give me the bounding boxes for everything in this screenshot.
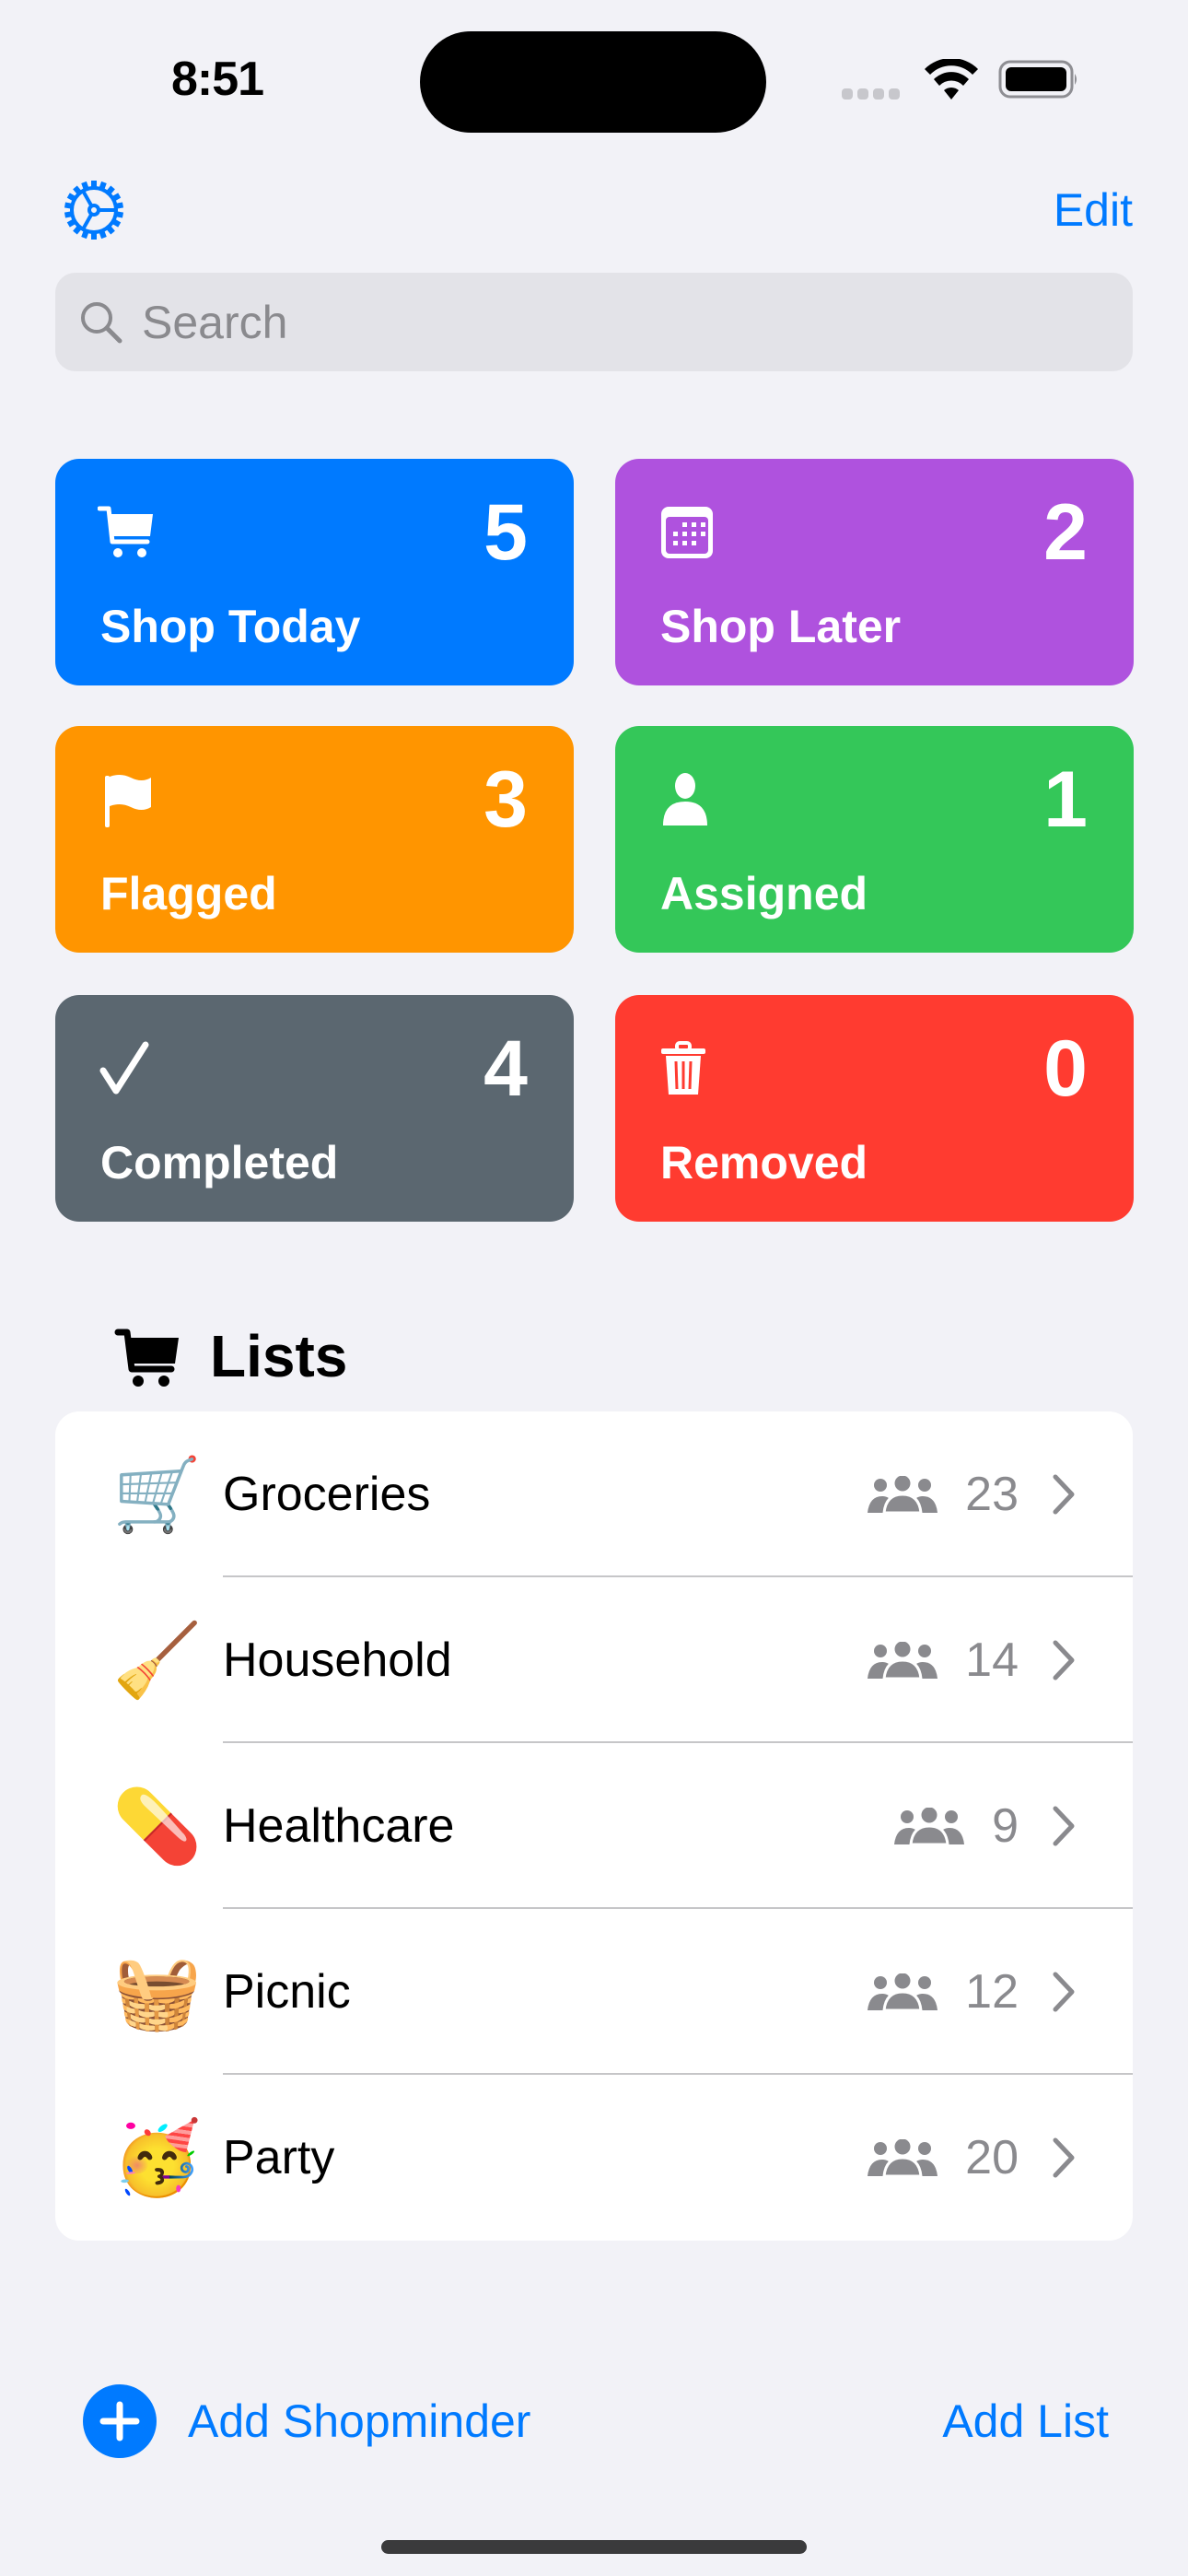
tile-count: 0 <box>1043 1025 1088 1113</box>
battery-icon <box>998 60 1077 99</box>
people-icon <box>868 1476 938 1513</box>
pill-emoji-icon: 💊 <box>112 1786 203 1867</box>
tile-shop-later[interactable]: 2 Shop Later <box>615 459 1134 685</box>
plus-circle-icon <box>83 2384 157 2458</box>
settings-gear-icon[interactable] <box>61 177 127 243</box>
tile-label: Shop Later <box>660 601 902 652</box>
chevron-right-icon <box>1052 1640 1076 1680</box>
list-item-count: 23 <box>965 1468 1019 1521</box>
list-item-name: Groceries <box>223 1468 431 1521</box>
home-indicator[interactable] <box>381 2540 807 2554</box>
list-item-count: 12 <box>965 1965 1019 2019</box>
list-item-count: 14 <box>965 1633 1019 1687</box>
calendar-icon <box>661 507 713 558</box>
search-input[interactable] <box>140 294 1065 350</box>
list-item-party[interactable]: 🥳 Party 20 <box>55 2075 1133 2241</box>
people-icon <box>868 1973 938 2010</box>
list-item-name: Party <box>223 2131 335 2184</box>
lists-card: 🛒 Groceries 23 🧹 Household 14 💊 Healthca… <box>55 1411 1133 2241</box>
list-item-healthcare[interactable]: 💊 Healthcare 9 <box>55 1743 1133 1909</box>
list-item-name: Healthcare <box>223 1799 455 1853</box>
cart-icon <box>98 506 153 557</box>
tile-assigned[interactable]: 1 Assigned <box>615 726 1134 953</box>
wifi-icon <box>925 59 978 100</box>
list-item-picnic[interactable]: 🧺 Picnic 12 <box>55 1909 1133 2075</box>
chevron-right-icon <box>1052 2137 1076 2178</box>
tile-completed[interactable]: 4 Completed <box>55 995 574 1222</box>
tile-count: 2 <box>1043 488 1088 577</box>
tile-count: 3 <box>483 755 528 844</box>
list-item-name: Household <box>223 1633 452 1687</box>
person-icon <box>663 773 707 825</box>
cellular-signal-icon <box>842 88 900 100</box>
tile-label: Shop Today <box>100 601 361 652</box>
tile-shop-today[interactable]: 5 Shop Today <box>55 459 574 685</box>
tile-label: Completed <box>100 1137 339 1188</box>
tile-removed[interactable]: 0 Removed <box>615 995 1134 1222</box>
cart-icon <box>114 1329 179 1387</box>
people-icon <box>894 1808 965 1844</box>
tile-label: Flagged <box>100 868 277 919</box>
status-time: 8:51 <box>171 53 264 106</box>
tile-count: 4 <box>483 1025 528 1113</box>
trash-icon <box>661 1041 705 1095</box>
party-face-emoji-icon: 🥳 <box>112 2117 203 2198</box>
list-item-groceries[interactable]: 🛒 Groceries 23 <box>55 1411 1133 1577</box>
tile-label: Assigned <box>660 868 868 919</box>
people-icon <box>868 1642 938 1679</box>
tile-count: 1 <box>1043 755 1088 844</box>
list-item-count: 20 <box>965 2131 1019 2184</box>
basket-emoji-icon: 🧺 <box>112 1951 203 2032</box>
list-item-count: 9 <box>992 1799 1019 1853</box>
dynamic-island <box>420 31 766 133</box>
edit-button[interactable]: Edit <box>1054 182 1133 238</box>
people-icon <box>868 2139 938 2176</box>
add-shopminder-button[interactable]: Add Shopminder <box>83 2384 530 2458</box>
flag-icon <box>105 775 151 827</box>
tile-flagged[interactable]: 3 Flagged <box>55 726 574 953</box>
chevron-right-icon <box>1052 1806 1076 1846</box>
add-list-button[interactable]: Add List <box>942 2394 1109 2449</box>
list-item-name: Picnic <box>223 1965 351 2019</box>
chevron-right-icon <box>1052 1474 1076 1515</box>
lists-section-title: Lists <box>210 1323 348 1389</box>
tile-label: Removed <box>660 1137 868 1188</box>
add-shopminder-label: Add Shopminder <box>188 2395 531 2447</box>
shopping-cart-emoji-icon: 🛒 <box>112 1454 203 1535</box>
checkmark-icon <box>99 1041 149 1095</box>
search-icon <box>81 301 122 343</box>
tile-count: 5 <box>483 488 528 577</box>
broom-emoji-icon: 🧹 <box>112 1620 203 1701</box>
chevron-right-icon <box>1052 1972 1076 2012</box>
list-item-household[interactable]: 🧹 Household 14 <box>55 1577 1133 1743</box>
search-bar[interactable] <box>55 273 1133 371</box>
